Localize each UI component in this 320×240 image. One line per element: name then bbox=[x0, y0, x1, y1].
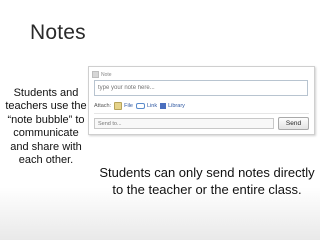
attach-link-button[interactable]: Link bbox=[136, 103, 157, 109]
panel-header: Note bbox=[92, 70, 112, 79]
attach-library-label: Library bbox=[168, 103, 185, 109]
panel-header-label: Note bbox=[101, 71, 112, 78]
note-input[interactable] bbox=[94, 80, 308, 96]
library-icon bbox=[160, 103, 167, 109]
attach-file-label: File bbox=[124, 103, 133, 109]
file-icon bbox=[114, 102, 123, 110]
attach-library-button[interactable]: Library bbox=[160, 103, 185, 109]
attach-link-label: Link bbox=[147, 103, 158, 109]
divider bbox=[94, 113, 309, 114]
grip-icon bbox=[92, 71, 99, 78]
send-button[interactable]: Send bbox=[278, 117, 309, 130]
attach-label: Attach: bbox=[94, 103, 112, 109]
side-description: Students and teachers use the “note bubb… bbox=[5, 87, 87, 167]
attach-file-button[interactable]: File bbox=[114, 102, 133, 110]
note-bubble-panel: Note Attach: File Link Library Send bbox=[88, 66, 315, 135]
attach-row: Attach: File Link Library bbox=[94, 101, 185, 111]
slide-title: Notes bbox=[30, 21, 86, 44]
link-icon bbox=[136, 103, 145, 109]
send-to-input[interactable] bbox=[94, 118, 274, 129]
caption-text: Students can only send notes directly to… bbox=[99, 165, 315, 197]
